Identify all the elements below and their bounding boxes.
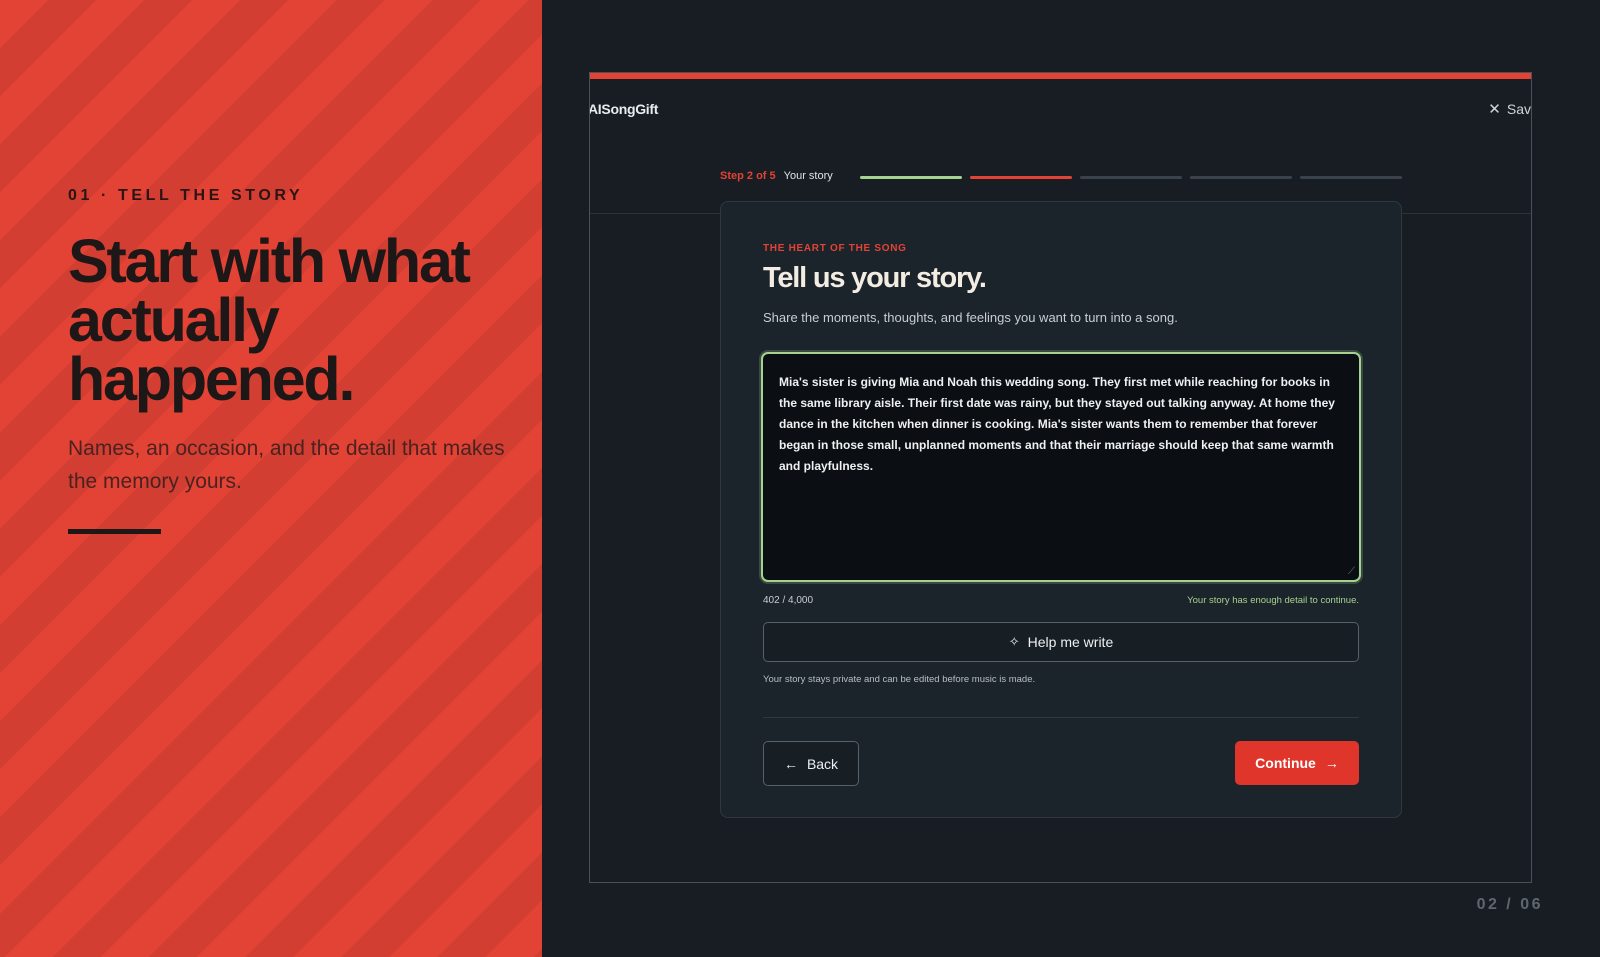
app-screenshot-frame: AISongGift ✕ Sav Step 2 of 5 Your story … [589, 72, 1532, 883]
slide-number: 02 / 06 [1476, 896, 1543, 913]
progress-segment [1190, 176, 1292, 179]
progress-segment [1080, 176, 1182, 179]
continue-button[interactable]: Continue → [1235, 741, 1359, 785]
story-ready-note: Your story has enough detail to continue… [1187, 595, 1359, 606]
resize-handle-icon[interactable]: ⟋ [1348, 566, 1355, 577]
section-eyebrow: 01 · TELL THE STORY [68, 187, 304, 204]
arrow-right-icon: → [1324, 755, 1339, 771]
close-icon: ✕ [1488, 101, 1501, 118]
privacy-note: Your story stays private and can be edit… [763, 674, 1036, 685]
step-indicator: Step 2 of 5 Your story [720, 170, 833, 182]
progress-segment [970, 176, 1072, 179]
save-close-button[interactable]: ✕ Sav [1488, 100, 1531, 118]
story-text: Mia's sister is giving Mia and Noah this… [779, 375, 1335, 473]
sparkle-icon: ✧ [1008, 634, 1020, 649]
step-name: Your story [783, 170, 833, 182]
save-close-label: Sav [1506, 101, 1531, 117]
left-panel: 01 · TELL THE STORY Start with what actu… [0, 0, 542, 957]
arrow-left-icon: ← [783, 755, 798, 772]
story-textarea[interactable]: Mia's sister is giving Mia and Noah this… [761, 352, 1361, 582]
accent-rule [68, 529, 161, 534]
step-count: Step 2 of 5 [720, 170, 776, 182]
progress-segment [860, 176, 962, 179]
story-meta: 402 / 4,000 Your story has enough detail… [763, 595, 1359, 606]
help-me-write-label: Help me write [1027, 634, 1114, 650]
app-header: AISongGift ✕ Sav Step 2 of 5 Your story [590, 79, 1531, 214]
card-subtitle: Share the moments, thoughts, and feeling… [763, 310, 1178, 325]
back-button[interactable]: ← Back [763, 741, 859, 786]
back-label: Back [806, 755, 839, 772]
headline: Start with what actually happened. [68, 227, 471, 413]
help-me-write-button[interactable]: ✧ Help me write [763, 622, 1359, 662]
step-progress [860, 176, 1402, 179]
subheadline: Names, an occasion, and the detail that … [68, 437, 505, 493]
char-count: 402 / 4,000 [763, 595, 814, 606]
brand-logo[interactable]: AISongGift [590, 101, 658, 117]
divider [763, 717, 1359, 718]
progress-segment [1300, 176, 1402, 179]
continue-label: Continue [1255, 755, 1316, 771]
card-eyebrow: THE HEART OF THE SONG [763, 243, 907, 254]
card-title: Tell us your story. [763, 262, 987, 294]
story-card: THE HEART OF THE SONG Tell us your story… [720, 201, 1402, 818]
